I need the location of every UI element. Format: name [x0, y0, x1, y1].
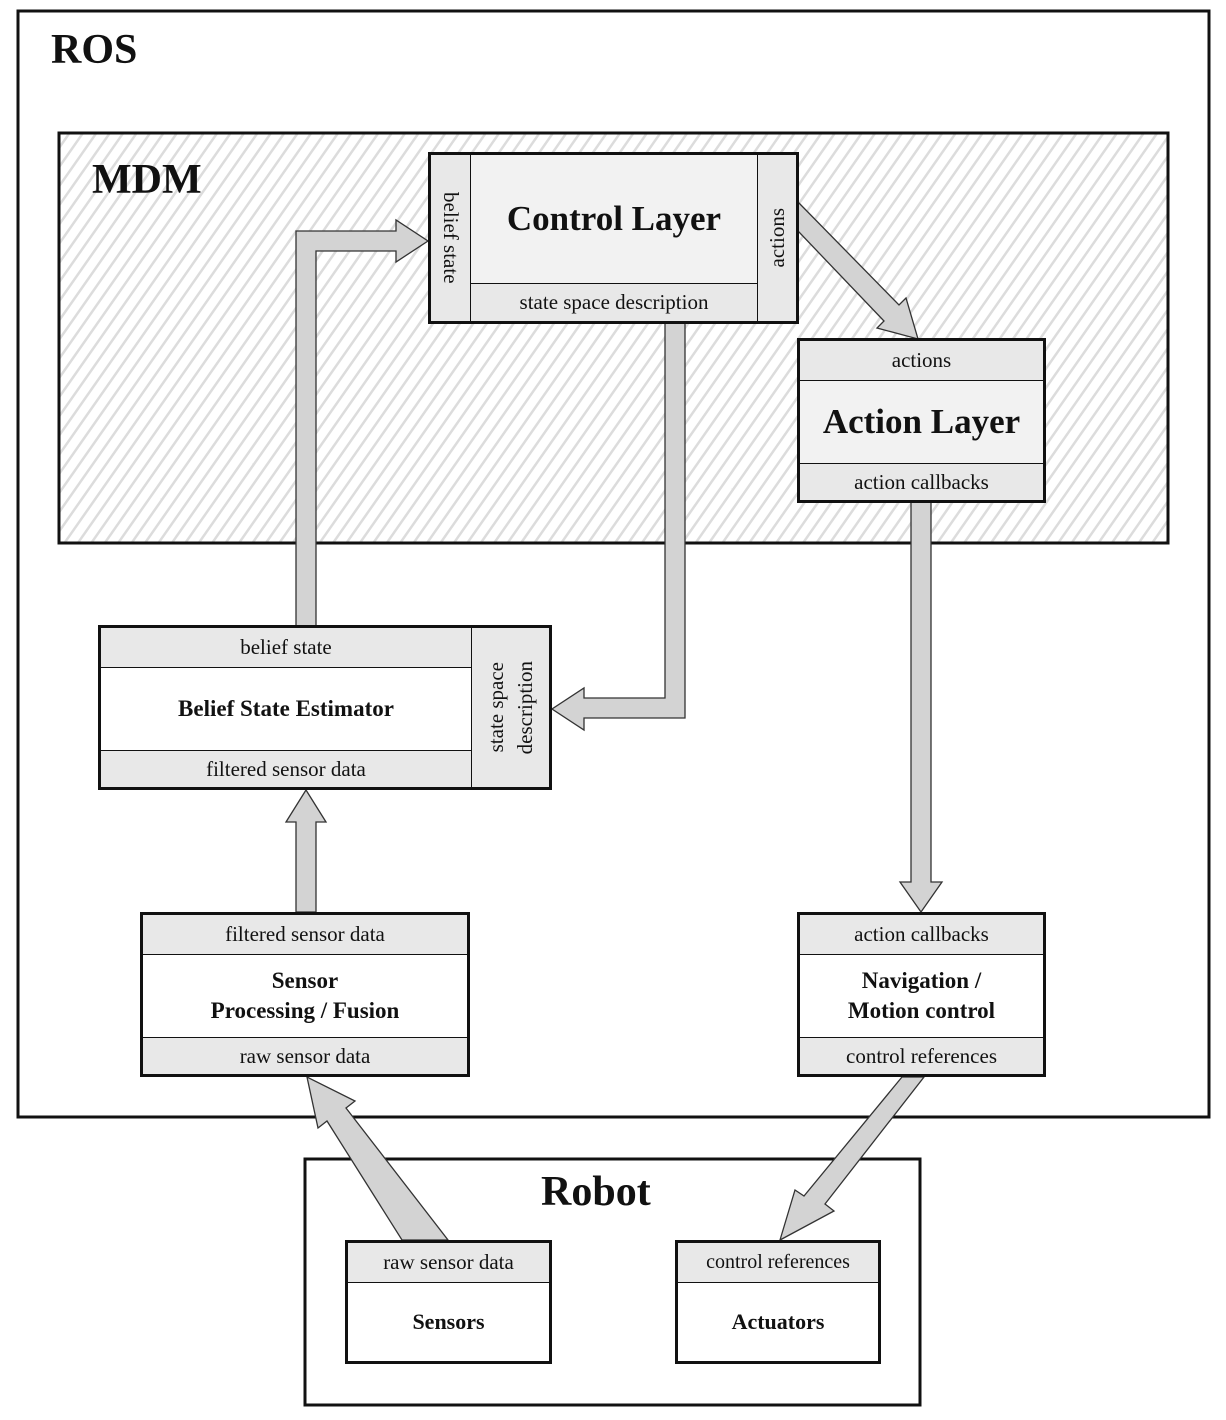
- control-layer-block[interactable]: belief state actions Control Layer state…: [428, 152, 799, 324]
- action-layer-block[interactable]: actions Action Layer action callbacks: [797, 338, 1046, 503]
- bse-right-port-line2: description: [512, 660, 537, 755]
- sensors-title: Sensors: [412, 1309, 485, 1334]
- sensor-processing-top-port: filtered sensor data: [143, 915, 467, 955]
- control-layer-actions-label: actions: [764, 208, 789, 268]
- mdm-title: MDM: [92, 157, 202, 203]
- action-layer-title: Action Layer: [800, 381, 1043, 463]
- actuators-block[interactable]: control references Actuators: [675, 1240, 881, 1364]
- navigation-bottom-port: control references: [800, 1037, 1043, 1074]
- navigation-title-line2: Motion control: [847, 998, 996, 1023]
- bse-top-port: belief state: [101, 628, 471, 668]
- control-layer-bottom-port: state space description: [471, 283, 757, 321]
- bse-right-port-line1: state space: [483, 662, 508, 753]
- sensor-processing-block[interactable]: filtered sensor data Sensor Processing /…: [140, 912, 470, 1077]
- actuators-title: Actuators: [731, 1309, 825, 1334]
- bse-bottom-port: filtered sensor data: [101, 750, 471, 787]
- sensor-processing-title: Sensor Processing / Fusion: [143, 955, 467, 1037]
- bse-right-port: state space description: [471, 628, 549, 787]
- robot-title: Robot: [541, 1169, 651, 1215]
- navigation-block[interactable]: action callbacks Navigation / Motion con…: [797, 912, 1046, 1077]
- sensors-block[interactable]: raw sensor data Sensors: [345, 1240, 552, 1364]
- sensor-processing-title-line1: Sensor: [271, 968, 339, 993]
- control-layer-belief-state-label: belief state: [439, 192, 463, 284]
- actuators-top-port: control references: [678, 1243, 878, 1283]
- control-layer-left-port: belief state: [431, 155, 471, 321]
- action-layer-top-port: actions: [800, 341, 1043, 381]
- sensor-processing-title-line2: Processing / Fusion: [210, 998, 400, 1023]
- belief-state-estimator-block[interactable]: belief state Belief State Estimator filt…: [98, 625, 552, 790]
- control-layer-right-port: actions: [757, 155, 796, 321]
- bse-title: Belief State Estimator: [178, 696, 394, 721]
- navigation-top-port: action callbacks: [800, 915, 1043, 955]
- ros-title: ROS: [51, 27, 138, 73]
- control-layer-title: Control Layer: [471, 155, 757, 283]
- action-layer-bottom-port: action callbacks: [800, 463, 1043, 500]
- navigation-title-line1: Navigation /: [861, 968, 982, 993]
- navigation-title: Navigation / Motion control: [800, 955, 1043, 1037]
- sensors-top-port: raw sensor data: [348, 1243, 549, 1283]
- sensor-processing-bottom-port: raw sensor data: [143, 1037, 467, 1074]
